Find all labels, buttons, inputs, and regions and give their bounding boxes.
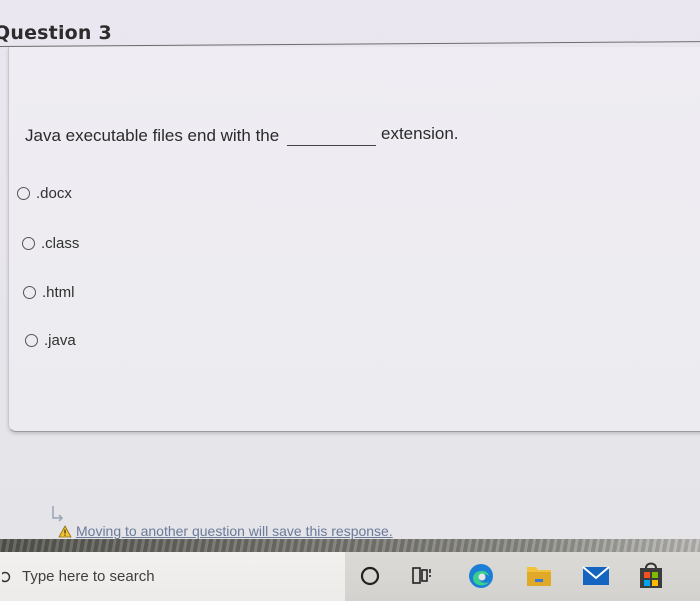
search-icon <box>2 571 11 582</box>
radio-button[interactable] <box>17 187 30 200</box>
save-notice-text: Moving to another question will save thi… <box>76 523 393 539</box>
screen: Question 3 Java executable files end wit… <box>0 0 700 601</box>
screen-band-pattern <box>0 539 700 553</box>
cortana-icon[interactable] <box>358 564 382 588</box>
store-icon[interactable] <box>638 560 664 590</box>
question-text-suffix: extension. <box>381 124 459 143</box>
option-docx[interactable]: .docx <box>17 185 72 202</box>
option-java[interactable]: .java <box>25 332 76 349</box>
mail-icon[interactable] <box>581 562 611 590</box>
edge-icon[interactable] <box>466 561 496 591</box>
radio-button[interactable] <box>25 334 38 347</box>
option-class[interactable]: .class <box>22 235 79 252</box>
option-label: .docx <box>36 185 72 202</box>
search-placeholder: Type here to search <box>22 568 155 585</box>
option-label: .class <box>41 235 80 252</box>
question-panel <box>8 47 700 432</box>
option-label: .java <box>44 332 76 349</box>
option-label: .html <box>42 284 75 301</box>
question-text: Java executable files end with the <box>25 126 280 145</box>
return-arrow-icon <box>52 506 64 522</box>
radio-button[interactable] <box>22 237 35 250</box>
option-html[interactable]: .html <box>23 284 75 301</box>
taskbar: Type here to search <box>0 552 700 601</box>
question-title: Question 3 <box>0 22 112 44</box>
save-notice: Moving to another question will save thi… <box>58 523 393 539</box>
task-view-icon[interactable] <box>410 564 434 588</box>
taskbar-search-box[interactable]: Type here to search <box>0 552 345 601</box>
warning-icon <box>58 524 72 537</box>
file-explorer-icon[interactable] <box>524 561 554 591</box>
radio-button[interactable] <box>23 286 36 299</box>
answer-blank <box>287 145 376 146</box>
